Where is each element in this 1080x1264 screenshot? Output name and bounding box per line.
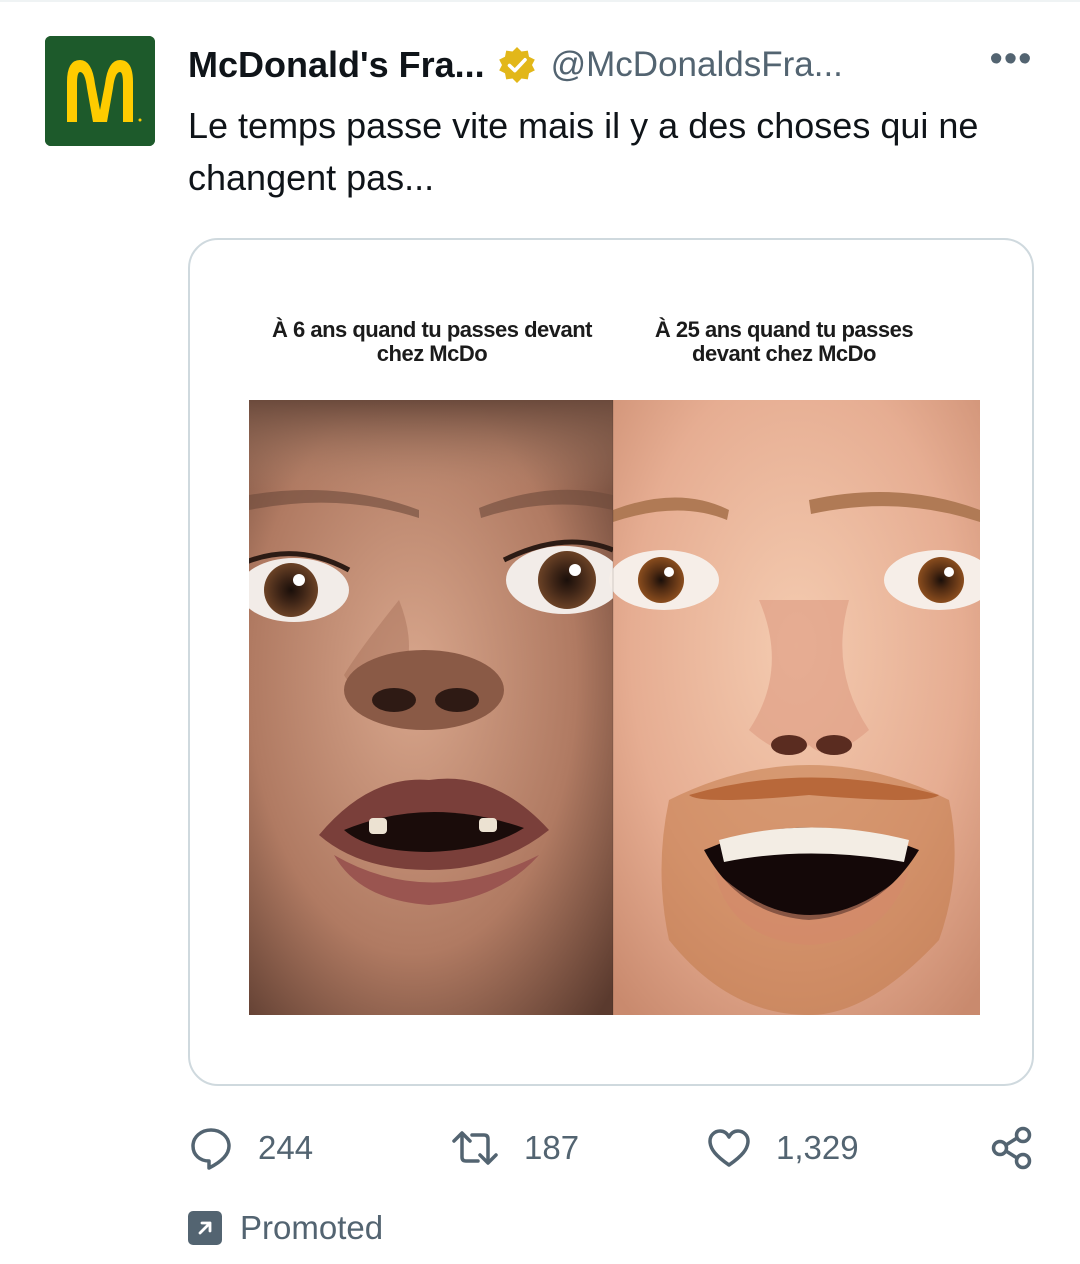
tweet-header: McDonald's Fra... @McDonaldsFra...: [188, 40, 843, 90]
caption-left: À 6 ans quand tu passes devant chez McDo: [272, 317, 592, 366]
share-icon: [991, 1126, 1032, 1170]
verified-badge-icon: [497, 45, 537, 85]
more-options-icon[interactable]: •••: [986, 40, 1036, 84]
faces-photo: [249, 400, 980, 1015]
mcdonalds-logo-icon: [45, 36, 155, 146]
caption-right: À 25 ans quand tu passes devant chez McD…: [654, 317, 914, 366]
promoted-arrow-icon: [188, 1211, 222, 1245]
promoted-label: Promoted: [240, 1209, 384, 1246]
share-button[interactable]: [990, 1120, 1034, 1176]
like-button[interactable]: 1,329: [706, 1120, 859, 1176]
author-handle[interactable]: @McDonaldsFra...: [551, 45, 843, 85]
retweet-count: 187: [524, 1129, 580, 1166]
tweet-text: Le temps passe vite mais il y a des chos…: [188, 105, 979, 198]
retweet-icon: [452, 1131, 498, 1165]
like-count: 1,329: [776, 1129, 859, 1166]
reply-icon: [191, 1128, 231, 1170]
reply-button[interactable]: 244: [188, 1120, 313, 1176]
author-name[interactable]: McDonald's Fra...: [188, 44, 485, 86]
heart-icon: [708, 1129, 750, 1167]
promoted-indicator: Promoted: [188, 1206, 383, 1250]
reply-count: 244: [258, 1129, 314, 1166]
tweet-media[interactable]: À 6 ans quand tu passes devant chez McDo…: [188, 238, 1034, 1086]
avatar[interactable]: [45, 36, 155, 146]
top-divider: [0, 0, 1080, 2]
retweet-button[interactable]: 187: [450, 1120, 579, 1176]
action-bar: 244 187 1,329: [188, 1120, 1038, 1176]
